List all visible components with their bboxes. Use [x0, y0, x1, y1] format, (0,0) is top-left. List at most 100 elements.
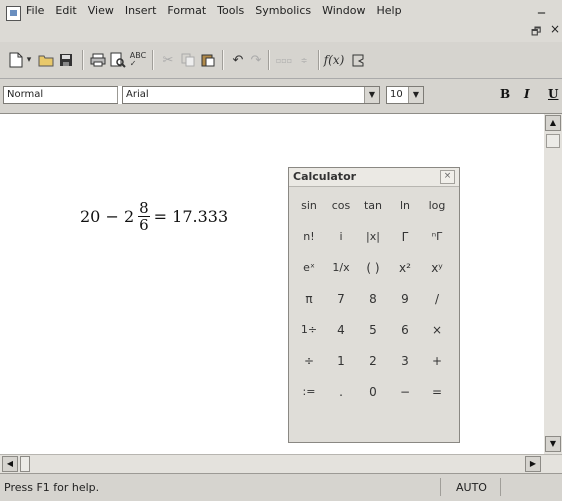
cut-icon[interactable]: ✂ [160, 52, 176, 68]
open-icon[interactable] [38, 52, 54, 68]
key-nth-root[interactable]: ⁿΓ [421, 221, 453, 252]
new-icon[interactable] [8, 52, 24, 68]
scroll-up-icon[interactable]: ▲ [545, 115, 561, 131]
align-across-icon[interactable]: ▫▫▫ [276, 52, 292, 68]
menu-view[interactable]: View [88, 4, 114, 17]
insert-unit-icon[interactable] [350, 52, 366, 68]
app-icon[interactable] [6, 6, 21, 21]
key-absolute[interactable]: |x| [357, 221, 389, 252]
menu-help[interactable]: Help [376, 4, 401, 17]
key-sin[interactable]: sin [293, 190, 325, 221]
expression-result: = 17.333 [153, 207, 229, 226]
style-select[interactable]: Normal ▼ [3, 86, 133, 104]
toolbar-separator [318, 50, 320, 70]
status-divider [500, 478, 501, 496]
calculator-palette: Calculator × sin cos tan ln log n! i |x|… [288, 167, 460, 443]
menu-edit[interactable]: Edit [55, 4, 76, 17]
key-multiply[interactable]: × [421, 314, 453, 345]
calculator-keys: sin cos tan ln log n! i |x| Γ ⁿΓ eˣ 1/x … [293, 190, 453, 407]
key-ln[interactable]: ln [389, 190, 421, 221]
status-divider [440, 478, 441, 496]
toolbar-separator [82, 50, 84, 70]
key-mixed-fraction[interactable]: 1÷ [293, 314, 325, 345]
size-select[interactable]: 10 ▼ [386, 86, 424, 104]
key-exp[interactable]: eˣ [293, 252, 325, 283]
toolbar-separator [222, 50, 224, 70]
key-9[interactable]: 9 [389, 283, 421, 314]
chevron-down-icon[interactable]: ▼ [408, 87, 423, 103]
key-equals[interactable]: = [421, 376, 453, 407]
expression-left: 20 − 2 [80, 207, 135, 226]
key-pi[interactable]: π [293, 283, 325, 314]
key-parentheses[interactable]: ( ) [357, 252, 389, 283]
key-3[interactable]: 3 [389, 345, 421, 376]
horizontal-scrollbar[interactable]: ◀ ▶ [0, 454, 562, 473]
key-7[interactable]: 7 [325, 283, 357, 314]
chevron-down-icon[interactable]: ▼ [364, 87, 379, 103]
key-tan[interactable]: tan [357, 190, 389, 221]
menu-tools[interactable]: Tools [217, 4, 244, 17]
italic-button[interactable]: I [524, 87, 530, 101]
bold-button[interactable]: B [500, 87, 510, 101]
menu-format[interactable]: Format [167, 4, 206, 17]
key-square-root[interactable]: Γ [389, 221, 421, 252]
scroll-left-icon[interactable]: ◀ [2, 456, 18, 472]
print-preview-icon[interactable] [110, 52, 126, 68]
font-select[interactable]: Arial ▼ [122, 86, 380, 104]
minimize-button[interactable]: _ [538, 0, 545, 14]
insert-function-icon[interactable]: f(x) [324, 52, 345, 68]
key-factorial[interactable]: n! [293, 221, 325, 252]
size-value: 10 [390, 89, 403, 100]
key-define[interactable]: := [293, 376, 325, 407]
spell-check-icon[interactable]: ABC ✓ [130, 52, 146, 68]
dropdown-arrow-icon[interactable]: ▾ [24, 52, 34, 68]
key-log[interactable]: log [421, 190, 453, 221]
status-help-text: Press F1 for help. [4, 481, 100, 494]
horizontal-scroll-thumb[interactable] [20, 456, 30, 472]
copy-icon[interactable] [180, 52, 196, 68]
scroll-down-icon[interactable]: ▼ [545, 436, 561, 452]
scroll-right-icon[interactable]: ▶ [525, 456, 541, 472]
menu-bar: File Edit View Insert Format Tools Symbo… [0, 0, 562, 43]
key-divide[interactable]: ÷ [293, 345, 325, 376]
undo-icon[interactable]: ↶ [230, 52, 246, 68]
worksheet[interactable]: 20 − 2 8 6 = 17.333 [0, 114, 544, 454]
key-2[interactable]: 2 [357, 345, 389, 376]
menu-window[interactable]: Window [322, 4, 365, 17]
fraction-denominator: 6 [139, 216, 149, 234]
key-6[interactable]: 6 [389, 314, 421, 345]
paste-icon[interactable] [200, 52, 216, 68]
key-power[interactable]: xʸ [421, 252, 453, 283]
vertical-scrollbar[interactable]: ▲ ▼ [544, 114, 562, 454]
key-plus[interactable]: + [421, 345, 453, 376]
menu-file[interactable]: File [26, 4, 44, 17]
restore-button[interactable]: 🗗 [531, 23, 541, 42]
close-button[interactable]: × [550, 22, 560, 36]
key-square[interactable]: x² [389, 252, 421, 283]
calc-mode-indicator: AUTO [456, 481, 487, 494]
fraction: 8 6 [138, 200, 150, 233]
save-icon[interactable] [58, 52, 74, 68]
underline-button[interactable]: U [548, 87, 558, 101]
key-0[interactable]: 0 [357, 376, 389, 407]
scroll-thumb[interactable] [546, 134, 560, 148]
key-minus[interactable]: − [389, 376, 421, 407]
fraction-numerator: 8 [138, 199, 150, 217]
key-imaginary[interactable]: i [325, 221, 357, 252]
menu-insert[interactable]: Insert [125, 4, 157, 17]
menu-symbolics[interactable]: Symbolics [255, 4, 311, 17]
key-4[interactable]: 4 [325, 314, 357, 345]
key-5[interactable]: 5 [357, 314, 389, 345]
key-cos[interactable]: cos [325, 190, 357, 221]
key-8[interactable]: 8 [357, 283, 389, 314]
key-reciprocal[interactable]: 1/x [325, 252, 357, 283]
key-decimal[interactable]: . [325, 376, 357, 407]
redo-icon[interactable]: ↷ [248, 52, 264, 68]
math-expression[interactable]: 20 − 2 8 6 = 17.333 [80, 200, 228, 233]
key-divide-slash[interactable]: / [421, 283, 453, 314]
align-down-icon[interactable]: ≑ [296, 52, 312, 68]
calculator-titlebar[interactable]: Calculator × [289, 168, 459, 187]
key-1[interactable]: 1 [325, 345, 357, 376]
print-icon[interactable] [90, 52, 106, 68]
calculator-close-button[interactable]: × [440, 170, 455, 184]
